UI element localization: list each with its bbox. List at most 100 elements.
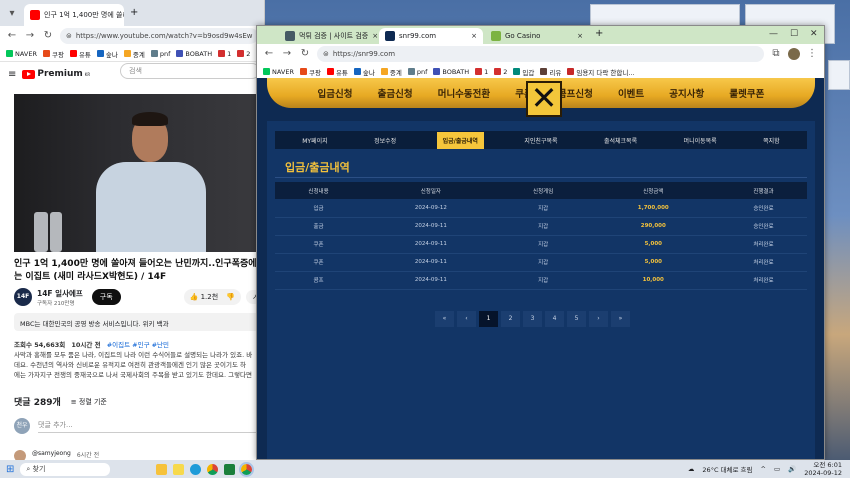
main-nav-item[interactable]: 룰렛쿠폰 (729, 86, 764, 100)
page-button[interactable]: 2 (501, 311, 520, 327)
back-icon[interactable]: ← (6, 30, 18, 42)
main-nav-item[interactable]: 공지사항 (669, 86, 704, 100)
subnav-item[interactable]: 머니이동목록 (678, 132, 723, 149)
site-info-icon[interactable]: ⊜ (323, 50, 329, 58)
search-input[interactable]: 검색 (120, 63, 260, 79)
reload-icon[interactable]: ↻ (299, 48, 311, 60)
bookmark-item[interactable]: pnf (150, 50, 170, 58)
new-tab-button[interactable]: + (130, 7, 138, 18)
minimize-icon[interactable]: — (769, 29, 778, 39)
reload-icon[interactable]: ↻ (42, 30, 54, 42)
channel-avatar[interactable]: 14F (14, 288, 32, 306)
chrome-icon[interactable] (207, 463, 219, 475)
subnav-item[interactable]: MY페이지 (296, 132, 333, 149)
bookmark-item[interactable]: 2 (237, 50, 250, 58)
chrome-active-icon[interactable] (239, 461, 255, 477)
maximize-icon[interactable]: ☐ (790, 29, 798, 39)
sort-button[interactable]: ≡ 정렬 기준 (71, 397, 107, 407)
bookmark-item[interactable]: 임용지 다락 한합니... (567, 67, 635, 77)
bookmark-item[interactable]: 입갑 (513, 67, 534, 77)
bookmark-item[interactable]: 숲나 (96, 49, 118, 59)
bookmark-item[interactable]: BOBATH (433, 68, 469, 76)
close-icon[interactable]: ✕ (526, 81, 562, 117)
tab-go-casino[interactable]: Go Casino × (485, 28, 589, 44)
youtube-logo[interactable]: Premium KR (22, 69, 90, 79)
sticky-notes-icon[interactable] (173, 463, 185, 475)
tab-youtube[interactable]: 인구 1억 1,400만 명에 쏠리 × (24, 4, 124, 26)
address-bar[interactable]: ⊜ https://snr99.com (317, 46, 764, 62)
close-window-icon[interactable]: ✕ (810, 29, 818, 39)
bookmark-item[interactable]: pnf (407, 68, 427, 76)
profile-avatar[interactable] (788, 48, 800, 60)
new-tab-button[interactable]: + (595, 28, 603, 39)
address-bar[interactable]: ⊜ https://www.youtube.com/watch?v=b9osd9… (60, 28, 258, 44)
tab-search-icon[interactable]: ▾ (6, 8, 18, 20)
subnav-item[interactable]: 입금/출금내역 (436, 131, 484, 149)
main-nav-item[interactable]: 입금신청 (318, 86, 353, 100)
subnav-item[interactable]: 지인친구목록 (518, 132, 563, 149)
page-button[interactable]: 4 (545, 311, 564, 327)
bookmark-item[interactable]: 1 (475, 68, 488, 76)
tab-snr99[interactable]: snr99.com × (379, 28, 483, 44)
subscribe-button[interactable]: 구독 (91, 289, 121, 305)
page-button[interactable]: 1 (479, 311, 498, 327)
edge-icon[interactable] (190, 463, 202, 475)
page-button[interactable]: › (589, 311, 608, 327)
hashtags[interactable]: #이집트 #인구 #난민 (107, 341, 169, 349)
channel-name[interactable]: 14F 일사에프 (37, 288, 83, 299)
commenter-name[interactable]: @samyjeong (32, 450, 71, 460)
bookmark-item[interactable]: NAVER (263, 68, 294, 76)
start-icon[interactable]: ⊞ (6, 464, 14, 475)
main-nav-item[interactable]: 콤프신청 (558, 86, 593, 100)
bookmark-item[interactable]: 숲나 (353, 67, 375, 77)
page-button[interactable]: 3 (523, 311, 542, 327)
bookmark-item[interactable]: 중계 (123, 49, 145, 59)
weather-icon[interactable]: ☁ (688, 465, 695, 473)
site-info-icon[interactable]: ⊜ (66, 32, 72, 40)
bookmark-item[interactable]: 쿠팡 (299, 67, 321, 77)
bookmark-item[interactable]: 1 (218, 50, 231, 58)
bookmark-item[interactable]: NAVER (6, 50, 37, 58)
taskbar-search[interactable]: ⌕ 찾기 (20, 462, 111, 476)
thumbs-down-icon[interactable]: 👎 (226, 293, 235, 301)
weather-text[interactable]: 26°C 대체로 흐림 (702, 464, 752, 474)
extensions-icon[interactable]: ⧉ (770, 48, 782, 60)
page-button[interactable]: « (435, 311, 454, 327)
clock[interactable]: 오전 6:01 2024-09-12 (804, 461, 842, 477)
subnav-item[interactable]: 정보수정 (368, 132, 402, 149)
subnav-item[interactable]: 출석체크목록 (598, 132, 643, 149)
speaker-icon[interactable]: 🔊 (788, 465, 796, 473)
bookmark-item[interactable]: 중계 (380, 67, 402, 77)
main-nav-item[interactable]: 이벤트 (618, 86, 644, 100)
mbc-info-panel[interactable]: MBC는 대한민국의 공영 방송 서비스입니다. 위키 백과 (14, 313, 264, 331)
forward-icon[interactable]: → (24, 30, 36, 42)
main-nav-item[interactable]: 머니수동전환 (438, 86, 490, 100)
page-button[interactable]: 5 (567, 311, 586, 327)
page-button[interactable]: » (611, 311, 630, 327)
bookmark-item[interactable]: BOBATH (176, 50, 212, 58)
menu-dots-icon[interactable]: ⋮ (806, 48, 818, 60)
like-button[interactable]: 👍 1.2천 👎 (183, 289, 242, 305)
bookmark-item[interactable]: 리유 (540, 67, 561, 77)
bookmark-item[interactable]: 유튜 (326, 67, 348, 77)
kakaotalk-icon[interactable] (224, 463, 236, 475)
tray-chevron-icon[interactable]: ^ (761, 465, 766, 473)
video-player[interactable] (14, 94, 264, 252)
comment-input[interactable]: 댓글 추가... (38, 420, 264, 433)
bookmark-item[interactable]: 유튜 (69, 49, 91, 59)
main-nav-item[interactable]: 출금신청 (378, 86, 413, 100)
tab-close-icon[interactable]: × (372, 32, 378, 40)
menu-icon[interactable]: ≡ (8, 69, 16, 80)
bookmark-item[interactable]: 쿠팡 (42, 49, 64, 59)
back-icon[interactable]: ← (263, 48, 275, 60)
video-description[interactable]: 조회수 54,663회 10시간 전 #이집트 #인구 #난민 사막과 홍해를 … (14, 340, 264, 386)
bookmark-item[interactable]: 2 (494, 68, 507, 76)
forward-icon[interactable]: → (281, 48, 293, 60)
subnav-item[interactable]: 쪽지함 (757, 132, 786, 149)
tab-verify[interactable]: 먹튀 검증 | 사이트 검증 × (279, 28, 379, 44)
tab-close-icon[interactable]: × (577, 32, 583, 40)
page-button[interactable]: ‹ (457, 311, 476, 327)
network-icon[interactable]: ▭ (774, 465, 780, 473)
tab-close-icon[interactable]: × (471, 32, 477, 40)
file-explorer-icon[interactable] (156, 463, 168, 475)
